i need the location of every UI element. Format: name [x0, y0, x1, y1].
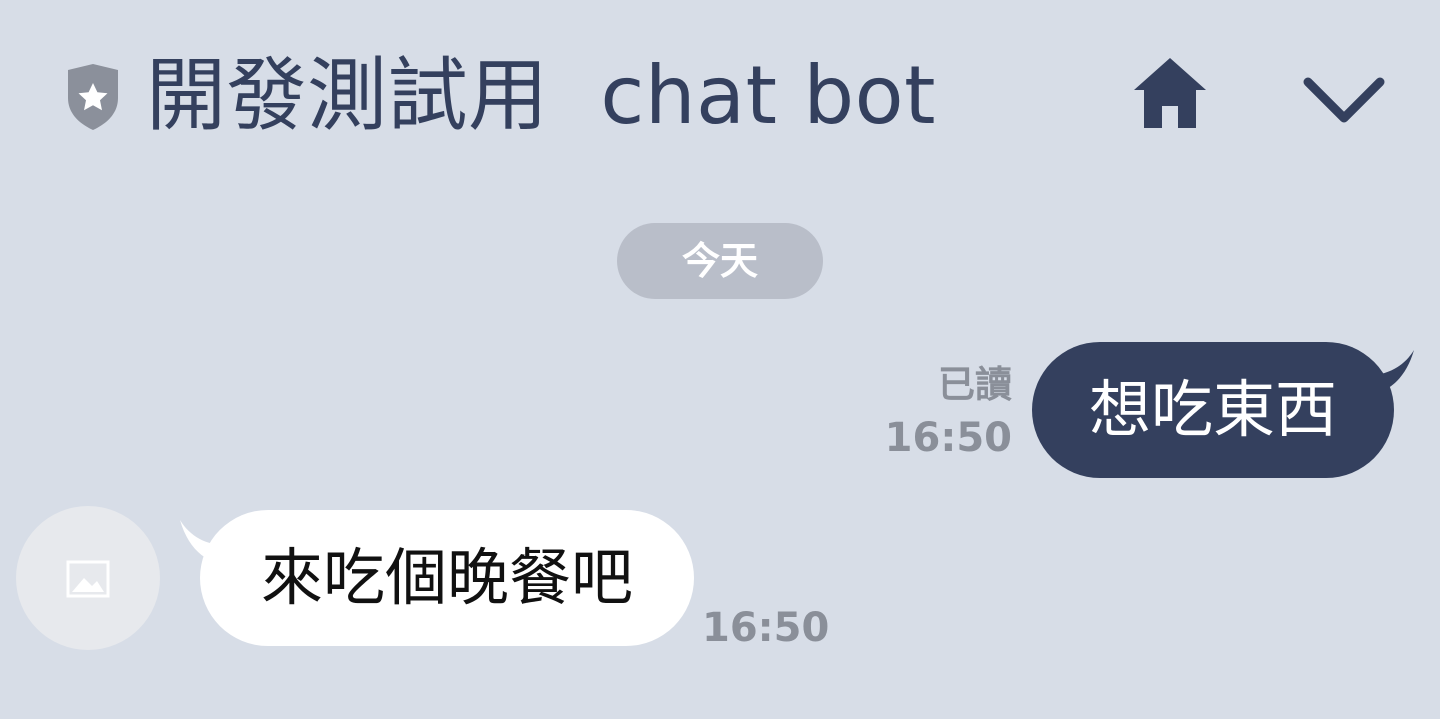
- read-status: 已讀: [938, 363, 1012, 406]
- date-separator: 今天: [617, 223, 823, 299]
- outgoing-message-bubble[interactable]: 想吃東西: [1032, 342, 1394, 478]
- incoming-message-bubble[interactable]: 來吃個晚餐吧: [200, 510, 694, 646]
- chevron-down-icon[interactable]: [1302, 74, 1386, 128]
- chat-header: 開發測試用 chat bot: [0, 0, 1440, 190]
- image-placeholder-icon: [66, 560, 110, 598]
- message-time: 16:50: [702, 605, 830, 651]
- outgoing-message-meta: 已讀 16:50: [880, 360, 1012, 466]
- home-icon[interactable]: [1132, 56, 1208, 130]
- message-time: 16:50: [884, 415, 1012, 461]
- shield-star-icon: [68, 64, 118, 130]
- chat-title: 開發測試用 chat bot: [146, 49, 936, 142]
